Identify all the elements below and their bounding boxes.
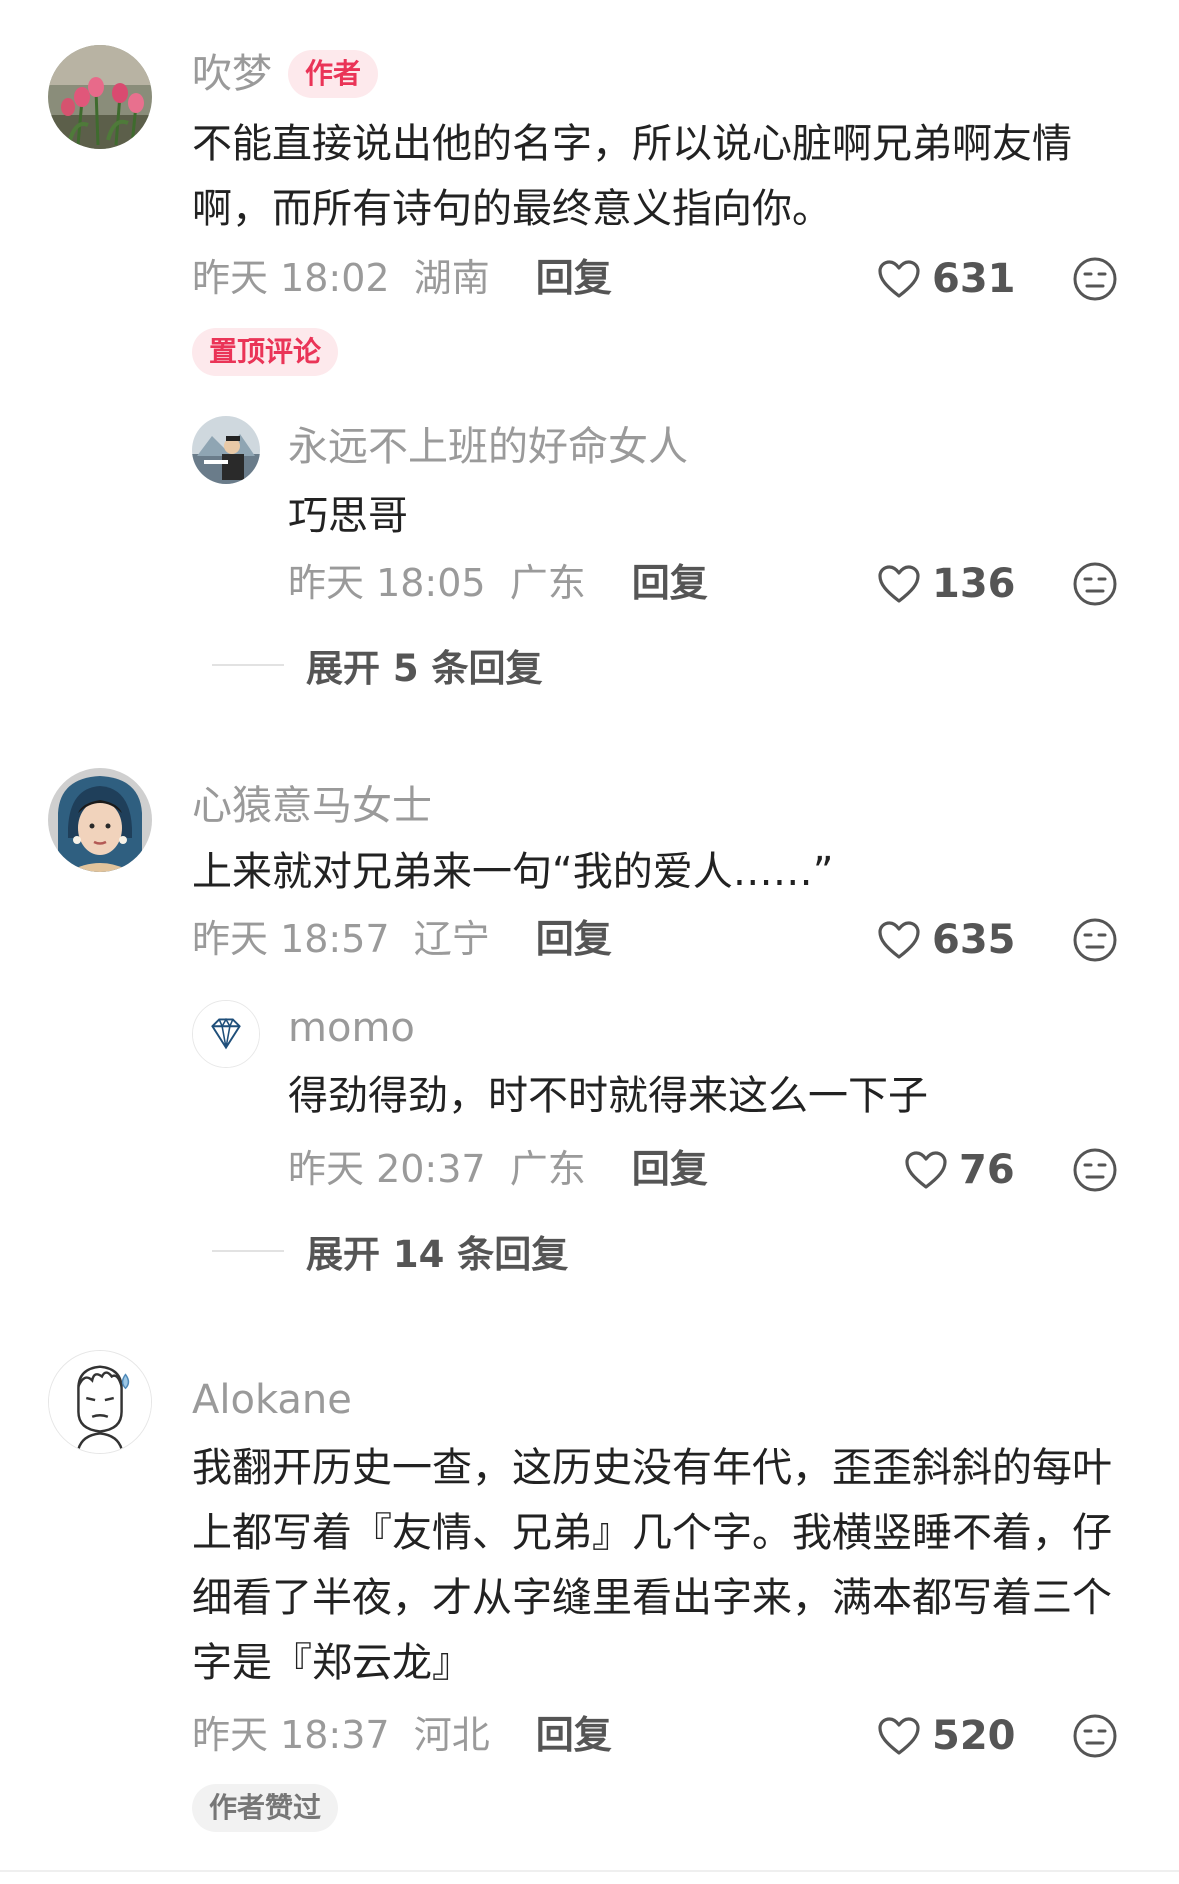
like-count: 520 [932,1713,1016,1759]
like-button[interactable]: 635 [876,914,1016,966]
reply-location: 广东 [509,1147,586,1191]
like-button[interactable]: 520 [876,1710,1016,1762]
pinned-comment-tag: 置顶评论 [192,328,339,376]
dislike-button[interactable] [1072,1147,1118,1193]
avatar-chuimeng[interactable] [48,45,152,149]
reply-time: 昨天 18:05 [288,561,486,605]
dislike-button[interactable] [1072,561,1118,607]
comment-meta: 昨天 18:02 湖南 回复 [192,255,612,301]
heart-outline-icon [878,1717,920,1755]
divider [0,1870,1179,1872]
meh-face-icon [1073,918,1117,962]
reply-button[interactable]: 回复 [536,1713,612,1757]
comment-author-name[interactable]: 吹梦 [192,50,272,98]
comment-location: 湖南 [413,256,490,300]
reply-author-name[interactable]: 永远不上班的好命女人 [288,423,688,471]
like-count: 136 [932,561,1016,607]
comment-text: 我翻开历史一查，这历史没有年代，歪歪斜斜的每叶上都写着『友情、兄弟』几个字。我横… [192,1445,1112,1686]
reply-meta: 昨天 20:37 广东 回复 [288,1146,708,1192]
heart-outline-icon [878,921,920,959]
expand-replies-label: 展开 14 条回复 [306,1233,569,1276]
comment-text: 上来就对兄弟来一句“我的爱人……” [192,849,834,895]
reply-text: 得劲得劲，时不时就得来这么一下子 [288,1073,928,1119]
diamond-icon [193,1001,259,1067]
reply-time: 昨天 20:37 [288,1147,486,1191]
avatar-reply-user[interactable] [192,416,260,484]
heart-outline-icon [905,1151,947,1189]
heart-outline-icon [878,260,920,298]
comment-time: 昨天 18:57 [192,917,390,961]
heart-outline-icon [878,565,920,603]
meh-face-icon [1073,1148,1117,1192]
reply-button[interactable]: 回复 [536,256,612,300]
meh-face-icon [1073,562,1117,606]
avatar-xinyuanyima[interactable] [48,768,152,872]
reply-button[interactable]: 回复 [632,1147,708,1191]
comment-author-name[interactable]: 心猿意马女士 [192,782,432,830]
comment-text: 不能直接说出他的名字，所以说心脏啊兄弟啊友情啊，而所有诗句的最终意义指向你。 [192,121,1072,232]
meh-face-icon [1073,257,1117,301]
comment-author-name[interactable]: Alokane [192,1376,352,1424]
comment-meta: 昨天 18:57 辽宁 回复 [192,916,612,962]
reply-button[interactable]: 回复 [632,561,708,605]
divider-line [212,664,284,666]
like-button[interactable]: 631 [876,253,1016,305]
author-badge: 作者 [288,50,379,98]
like-count: 631 [932,256,1016,302]
divider-line [212,1250,284,1252]
dislike-button[interactable] [1072,917,1118,963]
avatar-alokane[interactable] [48,1350,152,1454]
avatar-momo[interactable] [192,1000,260,1068]
author-liked-tag: 作者赞过 [192,1784,339,1832]
like-count: 635 [932,917,1016,963]
dislike-button[interactable] [1072,256,1118,302]
comment-location: 河北 [413,1713,490,1757]
comment-time: 昨天 18:37 [192,1713,390,1757]
dislike-button[interactable] [1072,1713,1118,1759]
like-button[interactable]: 136 [876,558,1016,610]
meh-face-icon [1073,1714,1117,1758]
expand-replies-button[interactable]: 展开 14 条回复 [212,1224,568,1278]
reply-location: 广东 [509,561,586,605]
expand-replies-label: 展开 5 条回复 [306,647,543,690]
like-count: 76 [959,1147,1015,1193]
comment-location: 辽宁 [413,917,490,961]
reply-meta: 昨天 18:05 广东 回复 [288,560,708,606]
reply-author-name[interactable]: momo [288,1004,415,1052]
expand-replies-button[interactable]: 展开 5 条回复 [212,638,543,692]
comment-time: 昨天 18:02 [192,256,390,300]
comment-meta: 昨天 18:37 河北 回复 [192,1712,612,1758]
reply-text: 巧思哥 [288,493,408,539]
reply-button[interactable]: 回复 [536,917,612,961]
like-button[interactable]: 76 [903,1144,1015,1196]
